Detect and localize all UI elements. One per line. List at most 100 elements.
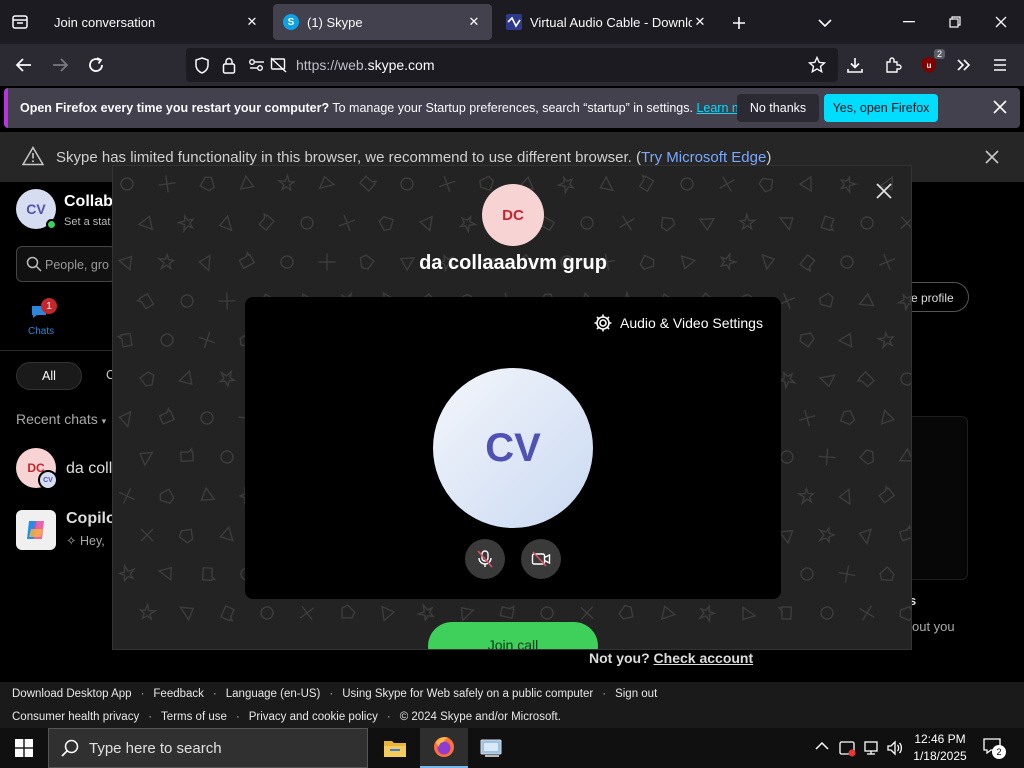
copilot-avatar[interactable] [16,510,56,550]
app-menu-button[interactable] [986,51,1014,79]
new-tab-button[interactable] [728,12,750,34]
doodle-shape [778,292,796,310]
footer-link-download[interactable]: Download Desktop App [12,688,132,700]
extensions-button[interactable] [879,51,907,79]
doodle-shape [177,369,193,386]
list-all-tabs-button[interactable] [814,12,836,34]
back-button[interactable] [10,51,38,79]
reload-button[interactable] [82,51,110,79]
doodle-shape [799,332,815,348]
footer-link-sign-out[interactable]: Sign out [615,688,657,700]
forward-button[interactable] [46,51,74,79]
taskbar-search-box[interactable]: Type here to search [48,728,368,768]
warning-message: Skype has limited functionality in this … [56,149,641,166]
app-taskbar-button[interactable] [468,728,516,768]
tab-skype[interactable]: S (1) Skype ✕ [273,4,492,40]
doodle-shape [837,332,853,348]
audio-video-settings-button[interactable]: Audio & Video Settings [593,313,763,333]
doodle-shape [178,528,194,544]
doodle-shape [179,606,195,622]
doodle-shape [758,177,774,193]
doodle-shape [117,563,137,583]
doodle-shape [175,213,195,234]
close-icon[interactable]: ✕ [466,14,482,30]
doodle-shape [698,604,717,624]
firefox-icon [434,737,454,757]
notification-center-button[interactable]: 2 [982,737,1006,759]
doodle-shape [219,525,234,542]
doodle-shape [135,292,155,310]
minimize-button[interactable] [896,10,922,34]
overflow-menu-button[interactable] [950,51,978,79]
network-icon[interactable] [862,739,880,757]
doodle-shape [818,374,836,388]
close-icon[interactable]: ✕ [692,14,708,30]
camera-toggle-button[interactable] [521,539,561,579]
clock[interactable]: 12:46 PM 1/18/2025 [910,731,970,765]
chat-name-group[interactable]: da coll [66,460,112,478]
extension-badge: 2 [933,49,945,59]
profile-status[interactable]: Set a stat [64,216,110,228]
infobar-body-text: To manage your Startup preferences, sear… [329,101,697,115]
window-close-button[interactable] [988,10,1014,34]
firefox-taskbar-button[interactable] [420,728,468,768]
doodle-shape [158,406,176,425]
close-icon[interactable]: ✕ [244,14,260,30]
footer-link-feedback[interactable]: Feedback [153,688,204,700]
start-button[interactable] [0,728,48,768]
close-icon [985,150,999,164]
doodle-shape [338,214,356,232]
url-bar[interactable]: https://web.skype.com [186,48,838,82]
doodle-shape [859,449,875,465]
footer-link-language[interactable]: Language (en-US) [226,688,321,700]
screen-share-blocked-icon[interactable] [270,57,287,73]
infobar-close-button[interactable] [993,100,1007,114]
tab-virtual-audio-cable[interactable]: Virtual Audio Cable - Download ✕ [496,4,718,40]
security-tray-icon[interactable] [838,739,856,757]
chevron-up-icon [815,741,829,750]
doodle-shape [200,486,216,501]
show-hidden-icons-button[interactable] [815,741,829,751]
footer-link-safety[interactable]: Using Skype for Web safely on a public c… [342,688,593,700]
doodle-shape [198,331,216,349]
dialog-close-button[interactable] [875,182,893,200]
doodle-shape [896,292,911,312]
recent-chats-header[interactable]: Recent chats ▾ [16,411,106,427]
footer-link-privacy[interactable]: Privacy and cookie policy [249,711,378,723]
doodle-shape [798,175,812,193]
bookmark-star-button[interactable] [803,51,831,79]
lock-icon[interactable] [222,57,236,74]
try-edge-link[interactable]: Try Microsoft Edge [641,149,766,166]
shield-icon[interactable] [194,57,210,74]
permissions-icon[interactable] [248,58,266,72]
yes-open-firefox-button[interactable]: Yes, open Firefox [824,94,938,122]
footer-link-health-privacy[interactable]: Consumer health privacy [12,711,139,723]
download-icon [847,58,863,73]
join-call-button[interactable]: Join call [428,622,598,649]
filter-all-chip[interactable]: All [16,362,82,390]
chat-name-copilot[interactable]: Copilo [66,510,116,528]
firefox-view-icon[interactable] [8,10,32,34]
search-input[interactable]: People, gro [16,246,116,282]
doodle-shape [400,177,414,191]
ublock-extension-button[interactable]: u 2 [915,49,945,79]
doodle-shape [860,216,874,230]
plus-icon [733,17,745,29]
doodle-shape [198,254,211,272]
downloads-button[interactable] [841,51,869,79]
url-text[interactable]: https://web.skype.com [296,57,435,73]
chats-nav-item[interactable]: 1 Chats [24,298,57,340]
check-account-link[interactable]: Check account [654,650,754,666]
no-thanks-button[interactable]: No thanks [737,94,819,122]
restore-button[interactable] [942,10,968,34]
volume-icon[interactable] [886,739,904,757]
doodle-shape [580,606,594,620]
warning-close-button[interactable] [985,150,999,164]
doodle-shape [199,176,215,192]
vac-favicon-icon [506,14,522,30]
microphone-toggle-button[interactable] [465,539,505,579]
tab-join-conversation[interactable]: Join conversation ✕ [44,4,270,40]
footer-link-terms[interactable]: Terms of use [161,711,227,723]
file-explorer-taskbar-button[interactable] [371,728,419,768]
chat-preview-text: Hey, [79,534,105,548]
